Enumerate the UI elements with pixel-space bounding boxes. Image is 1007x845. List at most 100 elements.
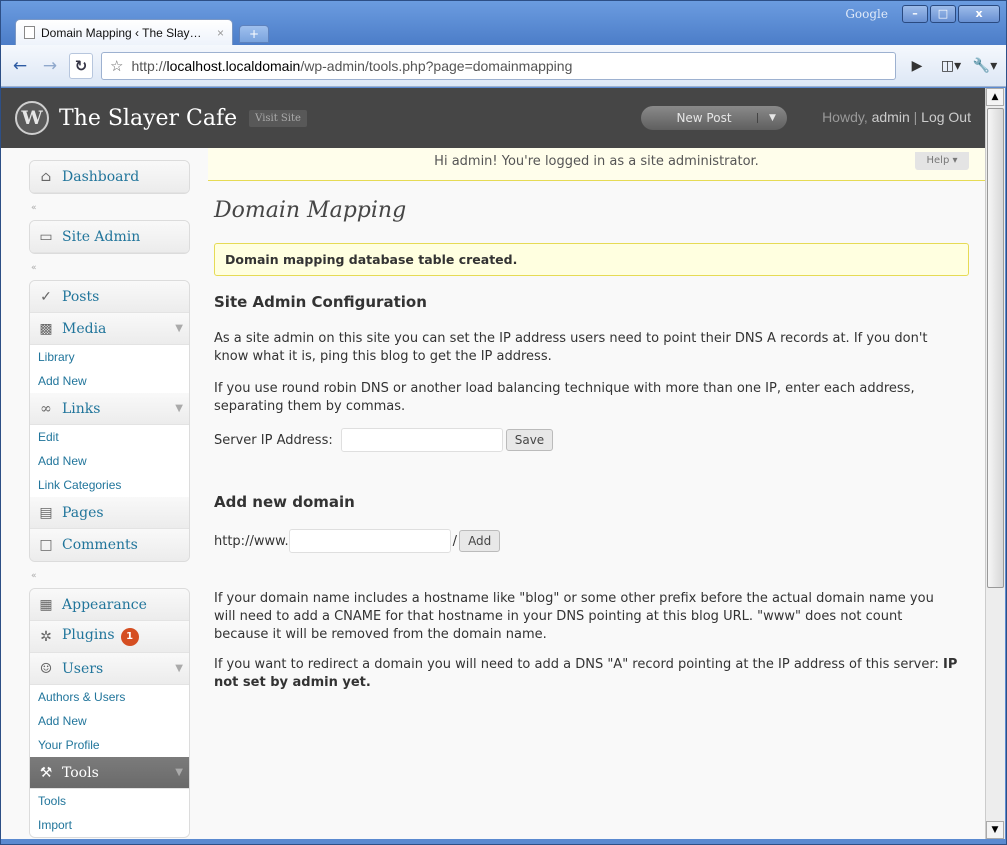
comments-icon: □ [39,537,53,553]
media-submenu: Library Add New [30,345,189,393]
scroll-down-icon[interactable]: ▼ [986,821,1004,839]
close-window-button[interactable]: x [958,5,1000,23]
add-domain-button[interactable]: Add [459,530,501,552]
domain-prefix: http://www. [214,533,289,549]
server-ip-label: Server IP Address: [214,432,333,448]
scroll-up-icon[interactable]: ▲ [986,88,1004,106]
chevron-down-icon[interactable]: ▼ [175,323,183,334]
vertical-scrollbar[interactable]: ▲ ▼ [985,88,1005,839]
minimize-button[interactable]: – [902,5,928,23]
domain-suffix: / [452,533,458,549]
help-tab[interactable]: Help ▾ [915,152,969,170]
site-admin-icon: ▭ [39,228,53,245]
admin-sidebar: ⌂ Dashboard « ▭ Site Admin « ✓ Posts ▩ Media… [1,148,208,839]
site-title[interactable]: The Slayer Cafe [59,106,237,131]
collapse-separator[interactable]: « [29,564,190,588]
submenu-link-categories[interactable]: Link Categories [30,473,189,497]
maximize-button[interactable]: □ [930,5,956,23]
chevron-down-icon[interactable]: ▼ [175,663,183,674]
add-domain-heading: Add new domain [214,493,355,511]
page-title: Domain Mapping [214,198,407,223]
links-submenu: Edit Add New Link Categories [30,425,189,497]
url-text: http://localhost.localdomain/wp-admin/to… [131,57,573,74]
back-icon[interactable]: ← [9,53,31,79]
menu-media[interactable]: Media [62,321,175,337]
address-bar[interactable]: ☆ http://localhost.localdomain/wp-admin/… [101,51,896,80]
menu-links[interactable]: Links [62,401,175,417]
tools-icon: ⚒ [39,764,53,781]
reload-icon[interactable]: ↻ [69,52,93,79]
submenu-import[interactable]: Import [30,813,189,837]
page-icon [24,26,35,39]
browser-toolbar: ← → ↻ ☆ http://localhost.localdomain/wp-… [1,45,1006,87]
submenu-add-new[interactable]: Add New [30,449,189,473]
domain-input[interactable] [288,529,451,553]
plugin-update-badge: 1 [120,628,139,646]
submenu-edit[interactable]: Edit [30,425,189,449]
save-button[interactable]: Save [505,429,554,451]
title-bar: Google – □ x Domain Mapping ‹ The Slay… … [1,1,1006,45]
menu-tools[interactable]: Tools [62,765,175,781]
submenu-your-profile[interactable]: Your Profile [30,733,189,757]
site-admin-heading: Site Admin Configuration [214,293,427,311]
collapse-separator[interactable]: « [29,196,190,220]
menu-plugins[interactable]: Plugins 1 [62,627,183,646]
pin-icon: ✓ [40,288,52,305]
wordpress-logo-icon: W [15,101,49,135]
server-ip-row: Server IP Address: Save [214,428,554,452]
chevron-down-icon[interactable]: ▼ [175,767,183,778]
menu-users[interactable]: Users [62,661,175,677]
appearance-icon: ▦ [39,596,53,613]
browser-tab[interactable]: Domain Mapping ‹ The Slay… × [15,19,233,45]
logout-link[interactable]: Log Out [921,109,971,125]
site-admin-description: As a site admin on this site you can set… [214,331,928,364]
visit-site-button[interactable]: Visit Site [249,109,307,127]
scrollbar-thumb[interactable] [987,108,1004,588]
chevron-down-icon[interactable]: ▼ [757,113,787,123]
collapse-separator[interactable]: « [29,256,190,280]
admin-notice: Hi admin! You're logged in as a site adm… [208,148,985,181]
media-icon: ▩ [39,320,53,337]
page-menu-icon[interactable]: ◫▾ [938,58,964,74]
submenu-library[interactable]: Library [30,345,189,369]
submenu-add-new[interactable]: Add New [30,369,189,393]
users-submenu: Authors & Users Add New Your Profile [30,685,189,757]
menu-appearance[interactable]: Appearance [62,597,183,613]
submenu-add-new[interactable]: Add New [30,709,189,733]
new-tab-button[interactable]: + [239,25,269,43]
user-link[interactable]: admin [872,109,910,125]
submenu-tools[interactable]: Tools [30,789,189,813]
menu-content: ✓ Posts ▩ Media ▼ Library Add New ∞ Links ▼ E… [29,280,190,562]
browser-window: Google – □ x Domain Mapping ‹ The Slay… … [0,0,1007,845]
menu-posts[interactable]: Posts [62,289,183,305]
wp-admin-header: W The Slayer Cafe Visit Site New Post ▼ … [1,88,985,148]
add-domain-row: http://www. / Add [214,529,501,553]
server-ip-input[interactable] [340,428,503,452]
forward-icon[interactable]: → [39,53,61,79]
main-content: Hi admin! You're logged in as a site adm… [208,148,985,839]
cname-note: If your domain name includes a hostname … [214,591,934,642]
user-greeting: Howdy, admin | Log Out [822,109,971,125]
tab-close-icon[interactable]: × [217,26,224,40]
play-icon[interactable]: ▶ [904,58,930,74]
window-controls: – □ x [902,5,1000,23]
menu-admin: ▦ Appearance ✲ Plugins 1 ☺ Users ▼ Authors & … [29,588,190,838]
new-post-button[interactable]: New Post ▼ [641,106,787,130]
bookmark-star-icon[interactable]: ☆ [110,57,123,75]
menu-site-admin[interactable]: ▭ Site Admin [29,220,190,254]
home-icon: ⌂ [40,168,52,185]
chevron-down-icon[interactable]: ▼ [175,403,183,414]
plugin-icon: ✲ [40,628,52,645]
submenu-authors-users[interactable]: Authors & Users [30,685,189,709]
users-icon: ☺ [39,660,53,677]
link-icon: ∞ [40,400,52,417]
menu-pages[interactable]: Pages [62,505,183,521]
pages-icon: ▤ [39,504,53,521]
menu-dashboard[interactable]: ⌂ Dashboard [29,160,190,194]
updated-message: Domain mapping database table created. [214,243,969,276]
load-balancing-note: If you use round robin DNS or another lo… [214,381,915,414]
wrench-icon[interactable]: 🔧▾ [972,58,998,74]
menu-comments[interactable]: Comments [62,537,183,553]
redirect-note: If you want to redirect a domain you wil… [214,657,958,690]
tools-submenu: Tools Import [30,789,189,837]
